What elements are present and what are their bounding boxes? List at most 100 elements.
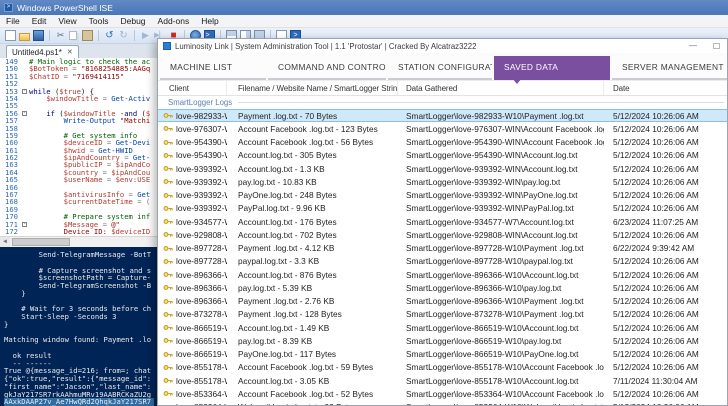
tab-saved-data[interactable]: SAVED DATA xyxy=(494,56,610,84)
table-row[interactable]: love-896366-W10 Payment .log.txt - 2.76 K… xyxy=(158,295,727,308)
table-row[interactable]: love-855178-W10 Account.log.txt - 3.05 KB… xyxy=(158,374,727,387)
column-header-filename-website-name-smartlogger-string[interactable]: Filename / Website Name / SmartLogger St… xyxy=(227,81,398,95)
data-gathered-cell: SmartLogger\love-939392-WIN\pay.log.txt xyxy=(406,176,561,187)
table-row[interactable]: love-982933-W10 Payment .log.txt - 70 Byt… xyxy=(158,109,727,123)
column-header-client[interactable]: Client xyxy=(158,81,227,95)
column-header-data-gathered[interactable]: Data Gathered xyxy=(398,81,604,95)
luminosity-titlebar[interactable]: Luminosity Link | System Administration … xyxy=(158,39,727,53)
filename-cell: Payment .log.txt - 4.12 KB xyxy=(238,243,335,254)
client-name: love-896366-W10 xyxy=(176,282,227,293)
table-row[interactable]: love-896366-W10 pay.log.txt - 5.39 KB Smar… xyxy=(158,281,727,294)
data-gathered-cell: SmartLogger\love-939392-WIN\PayPal.log.t… xyxy=(406,203,574,214)
ise-tabstrip: Untitled4.ps1* ✕ xyxy=(0,44,160,58)
client-name: love-939392-WIN xyxy=(176,190,227,201)
table-row[interactable]: love-976307-WIN Account Facebook .log.txt… xyxy=(158,122,727,135)
code-token: = xyxy=(59,71,73,81)
client-cell: love-853364-W10 xyxy=(158,387,227,400)
table-row[interactable]: love-866519-W10 PayOne.log.txt - 117 Byte… xyxy=(158,348,727,361)
filename-cell: Account Facebook .log.txt - 59 Bytes xyxy=(238,362,374,373)
key-icon xyxy=(163,111,173,120)
table-row[interactable]: love-855178-W10 Account Facebook .log.txt… xyxy=(158,361,727,374)
table-row[interactable]: love-954390-WIN Account Facebook .log.txt… xyxy=(158,136,727,149)
group-header[interactable]: SmartLogger Logs xyxy=(158,96,727,108)
date-cell: 5/12/2024 10:26:06 AM xyxy=(613,110,699,121)
table-row[interactable]: love-897728-W10 Payment .log.txt - 4.12 K… xyxy=(158,242,727,255)
table-row[interactable]: love-939392-WIN PayOne.log.txt - 248 Byte… xyxy=(158,189,727,202)
table-row[interactable]: love-853364-W10 Account Facebook .log.txt… xyxy=(158,387,727,400)
open-icon[interactable] xyxy=(19,32,30,41)
table-row[interactable]: love-853364-W10Webmail Login.log.txt - 9… xyxy=(158,401,727,405)
client-cell: love-939392-WIN xyxy=(158,162,227,175)
saved-data-table[interactable]: love-982933-W10 Payment .log.txt - 70 Byt… xyxy=(158,109,727,405)
undo-icon[interactable]: ↺ xyxy=(104,30,115,41)
client-name: love-853364-W10 xyxy=(176,402,227,405)
data-gathered-cell: SmartLogger\love-853364-W10\Account Face… xyxy=(406,388,604,399)
menu-help[interactable]: Help xyxy=(195,16,224,26)
column-header-date[interactable]: Date xyxy=(604,81,727,95)
paste-icon[interactable] xyxy=(82,30,93,41)
data-gathered-cell: SmartLogger\love-929808-WIN\Account.log.… xyxy=(406,229,578,240)
date-cell: 5/12/2024 10:26:06 AM xyxy=(613,150,699,161)
filename-cell: pay.log.txt - 5.39 KB xyxy=(238,282,313,293)
copy-icon[interactable] xyxy=(69,31,77,40)
table-row[interactable]: love-954390-WIN Account.log.txt - 305 Byt… xyxy=(158,149,727,162)
table-row[interactable]: love-866519-W10 pay.log.txt - 8.39 KB Smar… xyxy=(158,334,727,347)
tab-command-and-control[interactable]: COMMAND AND CONTROL xyxy=(268,56,386,80)
menu-view[interactable]: View xyxy=(52,16,82,26)
data-gathered-cell: SmartLogger\love-866519-W10\Account.log.… xyxy=(406,322,579,333)
fold-collapse-icon[interactable]: - xyxy=(22,221,27,227)
client-cell: love-866519-W10 xyxy=(158,334,227,347)
fold-collapse-icon[interactable]: - xyxy=(22,110,27,116)
table-row[interactable]: love-866519-W10 Account.log.txt - 1.49 KB… xyxy=(158,321,727,334)
redo-icon[interactable]: ↻ xyxy=(118,30,129,41)
new-script-icon[interactable] xyxy=(5,30,16,41)
client-name: love-976307-WIN xyxy=(176,123,227,134)
luminosity-window-title: Luminosity Link | System Administration … xyxy=(175,41,477,51)
table-row[interactable]: love-873278-W10 Payment .log.txt - 128 By… xyxy=(158,308,727,321)
table-row[interactable]: love-939392-WIN pay.log.txt - 10.83 KB Sma… xyxy=(158,175,727,188)
date-cell: 7/11/2024 11:30:04 AM xyxy=(613,375,698,386)
tab-machine-list[interactable]: MACHINE LIST xyxy=(160,56,266,80)
ise-titlebar[interactable]: > Windows PowerShell ISE xyxy=(0,0,728,15)
menu-file[interactable]: File xyxy=(0,16,26,26)
menu-edit[interactable]: Edit xyxy=(26,16,53,26)
client-name: love-853364-W10 xyxy=(176,388,227,399)
close-tab-icon[interactable]: ✕ xyxy=(67,48,73,56)
table-row[interactable]: love-939392-WIN Account.log.txt - 1.3 KB S… xyxy=(158,162,727,175)
table-header[interactable]: Client Filename / Website Name / SmartLog… xyxy=(158,80,727,96)
table-row[interactable]: love-929808-WIN Account.log.txt - 702 Byt… xyxy=(158,228,727,241)
code-token: = xyxy=(102,175,116,185)
script-tab[interactable]: Untitled4.ps1* ✕ xyxy=(6,45,79,58)
scrollbar-thumb[interactable] xyxy=(12,238,70,246)
save-icon[interactable] xyxy=(33,30,44,41)
date-cell: 5/12/2024 10:26:06 AM xyxy=(613,229,699,240)
menu-debug[interactable]: Debug xyxy=(114,16,151,26)
key-icon xyxy=(163,151,173,160)
table-row[interactable]: love-939392-WIN PayPal.log.txt - 9.96 KB S… xyxy=(158,202,727,215)
key-icon xyxy=(163,191,173,200)
menu-add-ons[interactable]: Add-ons xyxy=(152,16,196,26)
table-row[interactable]: love-934577-W7 Account.log.txt - 176 Byte… xyxy=(158,215,727,228)
menu-tools[interactable]: Tools xyxy=(83,16,115,26)
scroll-left-icon[interactable]: ◄ xyxy=(0,237,10,247)
date-cell: 5/12/2024 10:26:06 AM xyxy=(613,123,699,134)
table-row[interactable]: love-897728-W10 paypal.log.txt - 3.3 KB Sm… xyxy=(158,255,727,268)
fold-collapse-icon[interactable]: - xyxy=(22,88,27,94)
code-token: $env:USE xyxy=(115,175,151,185)
tab-server-management[interactable]: SERVER MANAGEMENT xyxy=(612,56,727,80)
tab-station-configuration[interactable]: STATION CONFIGURATION xyxy=(388,56,492,80)
client-cell: love-939392-WIN xyxy=(158,202,227,215)
cut-icon[interactable]: ✂ xyxy=(55,30,66,41)
run-script-icon[interactable]: ▶ xyxy=(140,30,151,41)
client-cell: love-896366-W10 xyxy=(158,295,227,308)
key-icon xyxy=(163,177,173,186)
script-editor[interactable]: 149 # Main logic to check the ac 150 $BotTo… xyxy=(0,58,160,236)
code-token: Get-Activ xyxy=(111,93,151,103)
date-cell: 5/12/2024 10:26:06 AM xyxy=(613,190,699,201)
minimize-icon[interactable]: — xyxy=(689,42,697,50)
editor-horizontal-scrollbar[interactable]: ◄ xyxy=(0,236,160,247)
key-icon xyxy=(163,124,173,133)
maximize-icon[interactable] xyxy=(713,43,720,49)
table-row[interactable]: love-896366-W10 Account.log.txt - 876 Byt… xyxy=(158,268,727,281)
key-icon xyxy=(163,350,173,359)
